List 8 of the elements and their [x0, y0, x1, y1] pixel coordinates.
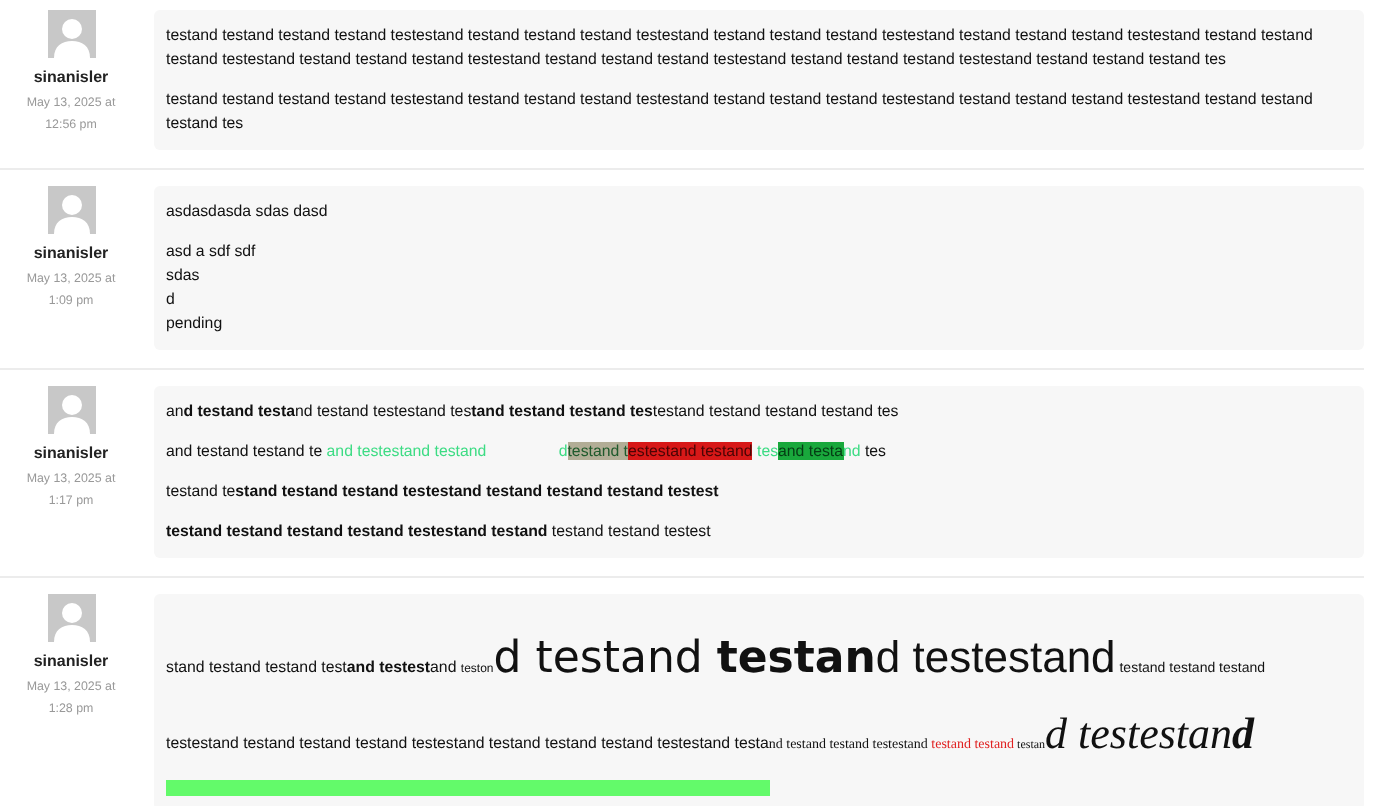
author-name[interactable]: sinanisler [33, 652, 109, 670]
avatar-icon [47, 10, 95, 58]
avatar-icon [47, 594, 95, 642]
author-name[interactable]: sinanisler [33, 244, 109, 262]
avatar-icon [47, 386, 95, 434]
author-name[interactable]: sinanisler [33, 68, 109, 86]
avatar-icon [47, 186, 95, 234]
author-name[interactable]: sinanisler [33, 444, 109, 462]
